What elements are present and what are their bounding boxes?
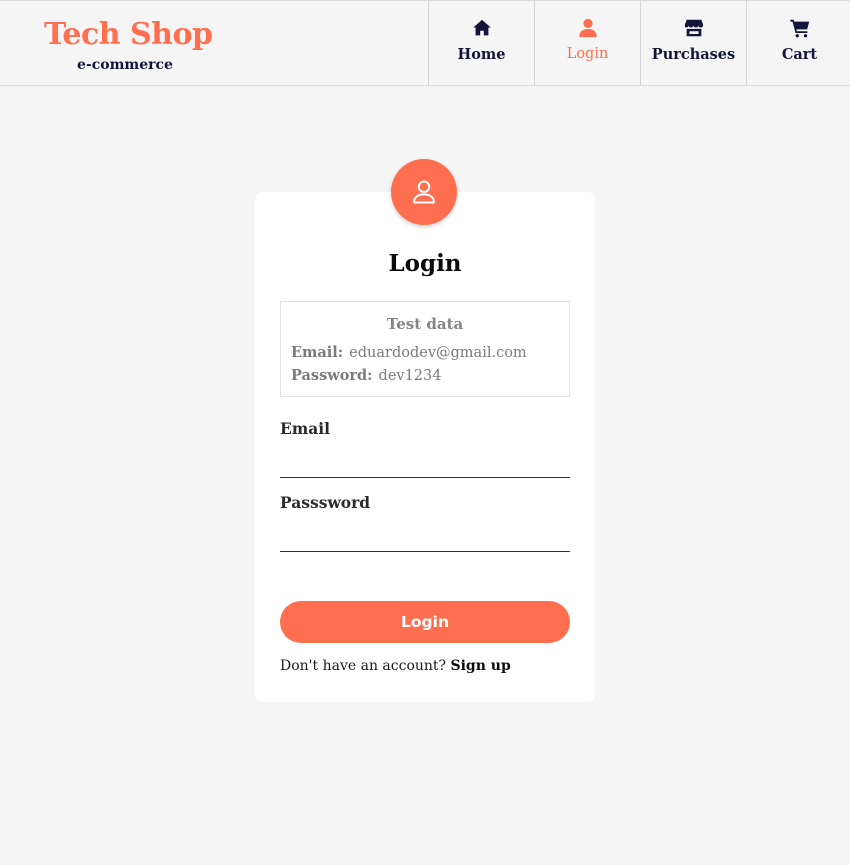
nav-item-home[interactable]: Home [428, 1, 534, 86]
test-password-row: Password: dev1234 [291, 367, 442, 384]
cart-icon [789, 19, 809, 38]
password-field[interactable] [280, 524, 570, 552]
nav-item-cart[interactable]: Cart [746, 1, 850, 86]
test-data-box: Test data Email: eduardodev@gmail.com Pas… [280, 301, 570, 397]
nav-label-home: Home [457, 46, 506, 63]
test-data-title: Test data [386, 315, 464, 333]
home-icon [472, 19, 491, 36]
password-label: Passsword [280, 493, 371, 512]
nav-label-login: Login [566, 46, 609, 62]
brand-title: Tech Shop [44, 17, 213, 52]
nav-label-cart: Cart [781, 46, 818, 63]
login-button[interactable]: Login [280, 601, 570, 643]
nav-label-purchases: Purchases [651, 46, 736, 63]
user-outline-icon [413, 180, 435, 204]
main-nav: Home Login Purchases Cart [428, 1, 850, 86]
email-field[interactable] [280, 450, 570, 478]
brand-subtitle: e-commerce [77, 57, 173, 73]
store-icon [684, 19, 703, 37]
login-title: Login [388, 250, 462, 277]
nav-item-login[interactable]: Login [534, 1, 640, 86]
login-card: Login Test data Email: eduardodev@gmail.c… [255, 192, 595, 702]
login-avatar [391, 159, 457, 225]
test-password-label: Password: [291, 367, 373, 384]
test-email-value: eduardodev@gmail.com [349, 345, 527, 361]
email-label: Email [280, 419, 331, 438]
signup-prompt: Don't have an account? [280, 658, 447, 674]
signup-link[interactable]: Sign up [451, 658, 511, 674]
top-header: Tech Shop e-commerce Home Login Purchase… [0, 0, 850, 86]
user-icon [578, 18, 597, 38]
test-password-value: dev1234 [378, 368, 442, 384]
test-email-label: Email: [291, 344, 344, 361]
brand-logo[interactable]: Tech Shop e-commerce [44, 15, 213, 73]
test-email-row: Email: eduardodev@gmail.com [291, 344, 527, 361]
nav-item-purchases[interactable]: Purchases [640, 1, 746, 86]
signup-prompt-line: Don't have an account? Sign up [280, 658, 511, 674]
